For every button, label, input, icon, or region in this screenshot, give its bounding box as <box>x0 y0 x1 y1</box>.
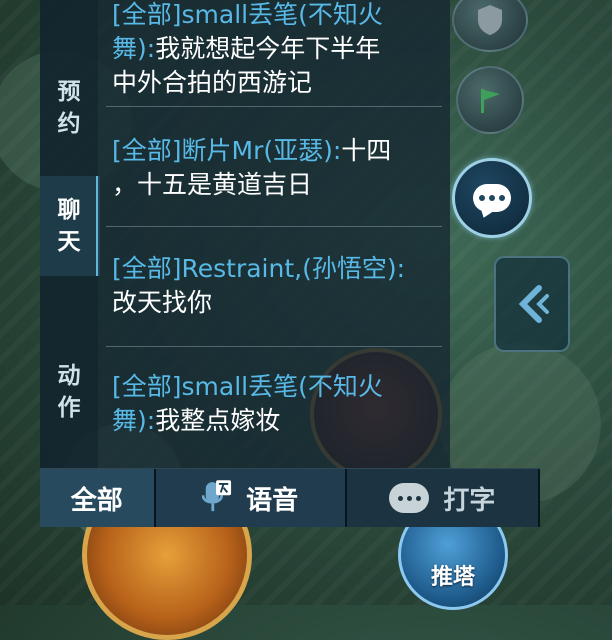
tab-chat[interactable]: 聊 天 <box>40 176 100 276</box>
message-sender: [全部]small丢笔(不知火 <box>112 0 383 29</box>
typing-bubble-icon <box>389 483 430 513</box>
chat-message: [全部]Restraint,(孙悟空): 改天找你 <box>112 252 442 320</box>
type-label: 打字 <box>443 485 496 516</box>
message-sender: 舞): <box>112 34 156 63</box>
flag-icon <box>481 89 500 113</box>
tab-label: 天 <box>57 229 81 255</box>
chat-message: [全部]small丢笔(不知火 舞):我就想起今年下半年 中外合拍的西游记 <box>112 0 442 100</box>
message-divider <box>106 346 442 347</box>
tab-label: 动 <box>57 363 81 389</box>
message-sender: [全部]Restraint,(孙悟空): <box>112 254 406 283</box>
message-sender: [全部]断片Mr(亚瑟): <box>112 136 342 165</box>
message-divider <box>106 226 442 227</box>
message-text: 中外合拍的西游记 <box>112 68 313 97</box>
tab-label: 作 <box>57 395 81 421</box>
channel-all-label: 全部 <box>70 485 123 516</box>
tab-reservation[interactable]: 预 约 <box>40 58 98 158</box>
tab-label: 预 <box>57 79 81 105</box>
chat-message: [全部]断片Mr(亚瑟):十四 ，十五是黄道吉日 <box>112 134 442 202</box>
voice-text-icon <box>202 480 232 512</box>
tab-label: 聊 <box>57 197 81 223</box>
text-input-button[interactable]: 打字 <box>346 469 540 527</box>
message-text: 改天找你 <box>112 288 213 317</box>
voice-input-button[interactable]: 语音 <box>155 469 347 527</box>
message-text: 十四 <box>341 136 392 165</box>
message-text: 我整点嫁妆 <box>155 406 281 435</box>
message-divider <box>106 106 442 107</box>
collapse-panel-button[interactable] <box>494 256 570 352</box>
chat-input-bar: 全部 语音 打字 <box>40 468 540 527</box>
chat-toggle-button[interactable] <box>452 158 532 238</box>
tab-label: 约 <box>57 111 81 137</box>
message-text: ，十五是黄道吉日 <box>112 170 313 199</box>
shield-icon <box>478 5 502 35</box>
chevron-left-icon <box>518 285 549 323</box>
signal-flag-button[interactable] <box>456 66 524 134</box>
tab-actions[interactable]: 动 作 <box>40 342 98 442</box>
chat-bubble-icon <box>473 184 511 212</box>
chat-tab-column: 预 约 聊 天 动 作 <box>40 0 100 470</box>
chat-message: [全部]small丢笔(不知火 舞):我整点嫁妆 <box>112 370 442 438</box>
push-tower-label: 推塔 <box>430 565 475 590</box>
message-sender: [全部]small丢笔(不知火 <box>112 372 383 401</box>
chat-message-list[interactable]: [全部]small丢笔(不知火 舞):我就想起今年下半年 中外合拍的西游记 [全… <box>98 0 450 470</box>
message-sender: 舞): <box>112 406 156 435</box>
message-text: 我就想起今年下半年 <box>155 34 381 63</box>
channel-all-button[interactable]: 全部 <box>40 469 156 527</box>
voice-label: 语音 <box>246 485 299 516</box>
